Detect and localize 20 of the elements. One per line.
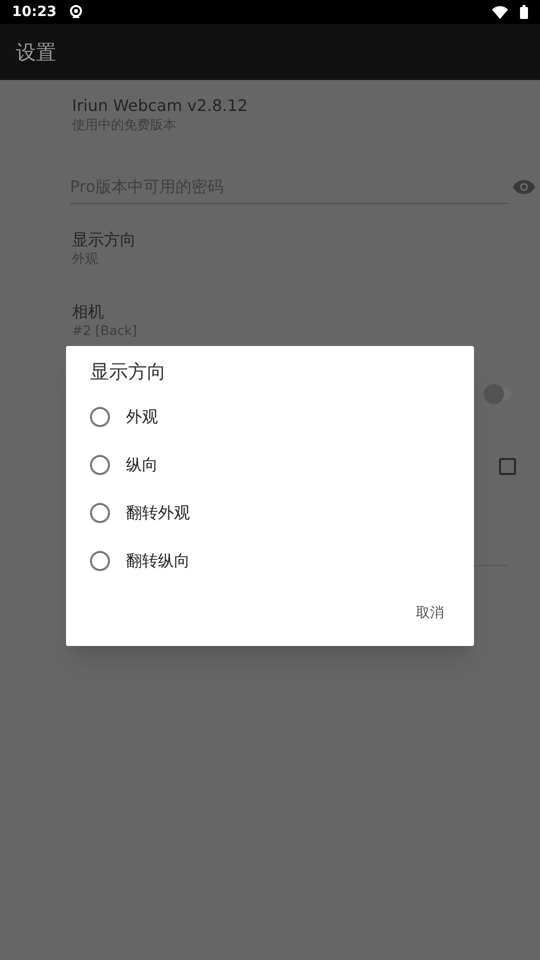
wifi-icon xyxy=(492,6,508,18)
radio-option[interactable]: 纵向 xyxy=(66,441,474,489)
radio-button[interactable] xyxy=(90,551,110,571)
cancel-button[interactable]: 取消 xyxy=(408,595,452,632)
battery-icon xyxy=(520,5,528,19)
dialog-title: 显示方向 xyxy=(90,360,166,384)
setting-title: 显示方向 xyxy=(72,230,137,250)
app-bar-title: 设置 xyxy=(16,39,56,66)
checkbox[interactable] xyxy=(499,458,516,474)
radio-option[interactable]: 翻转纵向 xyxy=(66,537,474,585)
radio-button[interactable] xyxy=(90,455,110,475)
setting-title: 相机 xyxy=(72,302,105,322)
radio-button[interactable] xyxy=(90,407,110,427)
toggle-switch[interactable] xyxy=(484,384,512,404)
webcam-icon xyxy=(68,5,83,19)
radio-option[interactable]: 翻转外观 xyxy=(66,489,474,537)
radio-option[interactable]: 外观 xyxy=(66,393,474,441)
setting-title: Iriun Webcam v2.8.12 xyxy=(72,96,249,116)
status-time: 10:23 xyxy=(12,2,57,22)
radio-button[interactable] xyxy=(90,503,110,523)
